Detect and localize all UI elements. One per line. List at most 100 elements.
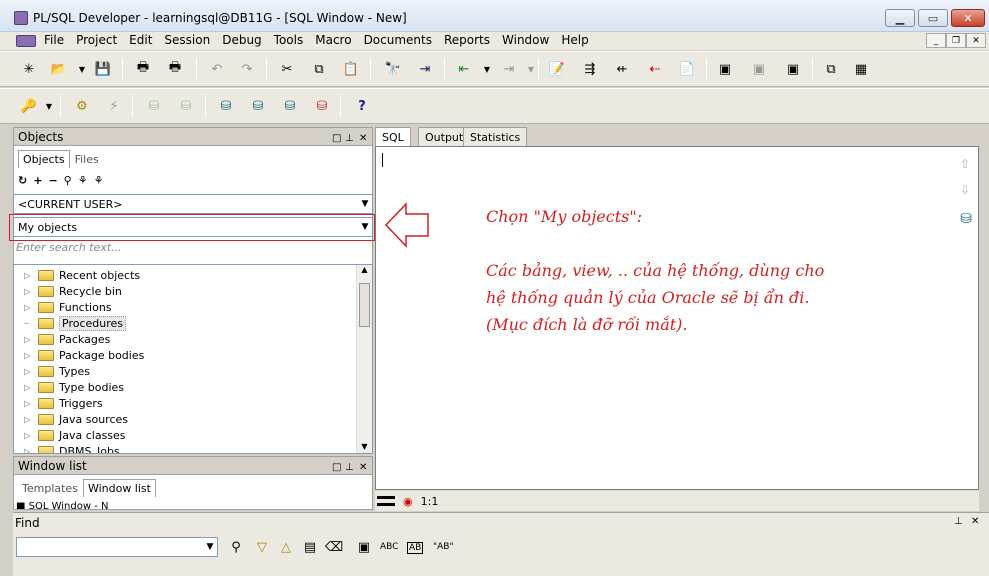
panel-float-icon[interactable]: □ (332, 130, 341, 148)
find-object-icon[interactable]: ⚲ (64, 174, 72, 187)
print-preview-icon[interactable]: 🖶 (166, 60, 184, 78)
search-input[interactable]: Enter search text... (16, 241, 122, 254)
panel-float-icon[interactable]: □ (332, 459, 341, 477)
remove-icon[interactable]: − (48, 174, 57, 187)
db-sql-icon[interactable]: ⛁ (249, 97, 267, 115)
find-icon[interactable]: 🔭 (384, 60, 402, 78)
panel-close-icon[interactable]: ✕ (359, 130, 367, 148)
windows-icon[interactable]: ⧉ (822, 60, 840, 78)
open-icon[interactable]: 📂 (50, 60, 68, 78)
tree-item-functions[interactable]: Functions (59, 301, 112, 314)
add-icon[interactable]: + (33, 174, 42, 187)
print-icon[interactable]: 🖶 (134, 60, 152, 78)
db-icon[interactable]: ⛁ (960, 211, 972, 227)
tree-item-recycle-bin[interactable]: Recycle bin (59, 285, 122, 298)
tree-scrollbar[interactable]: ▲ ▼ (356, 265, 372, 453)
tree-item-recent-objects[interactable]: Recent objects (59, 269, 140, 282)
menu-project[interactable]: Project (70, 32, 123, 50)
mdi-close-button[interactable]: ✕ (966, 33, 986, 48)
find-input[interactable]: ▼ (16, 537, 218, 557)
db-command-icon[interactable]: ⛁ (281, 97, 299, 115)
execute-icon[interactable]: ⇤ (455, 60, 473, 78)
nav-up-icon[interactable]: ⇧ (960, 157, 970, 171)
selection-icon[interactable]: ▣ (355, 538, 373, 556)
mdi-restore-button[interactable]: ❐ (946, 33, 966, 48)
menu-session[interactable]: Session (158, 32, 216, 50)
scroll-down-icon[interactable]: ▼ (357, 442, 372, 451)
db-export-icon[interactable]: ⛁ (177, 97, 195, 115)
window-list-item[interactable]: ■ SQL Window - N (16, 501, 356, 509)
tree-item-procedures[interactable]: Procedures (59, 315, 126, 331)
run-icon[interactable]: ⇥ (500, 60, 518, 78)
highlight-icon[interactable]: ▤ (301, 538, 319, 556)
user-combo[interactable]: <CURRENT USER> ▼ (13, 194, 373, 214)
tab-sql[interactable]: SQL (375, 127, 411, 146)
db-connect-icon[interactable]: ⛁ (217, 97, 235, 115)
panel-pin-icon[interactable]: ⊥ (954, 516, 963, 527)
disconnect-icon[interactable]: ⚡ (105, 97, 123, 115)
redo-icon[interactable]: ↷ (238, 60, 256, 78)
tab-files[interactable]: Files (71, 151, 103, 168)
db-stop-icon[interactable]: ⛁ (313, 97, 331, 115)
regex-toggle[interactable]: "AB" (433, 542, 454, 552)
menu-tools[interactable]: Tools (268, 32, 310, 50)
sql-icon[interactable]: ▣ (784, 60, 802, 78)
menu-edit[interactable]: Edit (123, 32, 158, 50)
tree-item-types[interactable]: Types (59, 365, 90, 378)
cut-icon[interactable]: ✂ (278, 60, 296, 78)
app-menu-icon[interactable] (16, 35, 36, 47)
menu-reports[interactable]: Reports (438, 32, 496, 50)
tree-item-type-bodies[interactable]: Type bodies (59, 381, 124, 394)
scroll-thumb[interactable] (359, 283, 370, 327)
mdi-minimize-button[interactable]: _ (926, 33, 946, 48)
tree-item-java-classes[interactable]: Java classes (59, 429, 126, 442)
paste-icon[interactable]: 📋 (342, 60, 360, 78)
tree-item-triggers[interactable]: Triggers (59, 397, 103, 410)
whole-word-toggle[interactable]: AB (407, 542, 424, 554)
tree-item-package-bodies[interactable]: Package bodies (59, 349, 144, 362)
filter-edit-icon[interactable]: ⚘ (94, 174, 104, 187)
explain-plan-icon[interactable]: ▣ (716, 60, 734, 78)
minimize-button[interactable]: ▁ (885, 9, 915, 27)
rollback-icon[interactable]: ⇠ (646, 60, 664, 78)
help-icon[interactable]: ? (353, 97, 371, 115)
key-icon[interactable]: 🔑 (20, 97, 38, 115)
scroll-up-icon[interactable]: ▲ (357, 265, 372, 274)
filter-icon[interactable]: ⚘ (78, 174, 88, 187)
refresh-icon[interactable]: ↻ (18, 174, 27, 187)
panel-close-icon[interactable]: ✕ (971, 516, 979, 527)
copy-icon[interactable]: ⧉ (310, 60, 328, 78)
commit-icon[interactable]: 📝 (548, 60, 566, 78)
find-prev-icon[interactable]: △ (277, 538, 295, 556)
panel-close-icon[interactable]: ✕ (359, 459, 367, 477)
new-icon[interactable]: ✳ (20, 60, 38, 78)
tab-templates[interactable]: Templates (18, 480, 82, 497)
execute-dropdown-icon[interactable]: ▼ (478, 60, 496, 78)
tab-statistics[interactable]: Statistics (463, 127, 528, 146)
indent-icon[interactable]: ⇶ (581, 60, 599, 78)
save-icon[interactable]: 💾 (94, 60, 112, 78)
nav-down-icon[interactable]: ⇩ (960, 183, 970, 197)
tab-window-list[interactable]: Window list (82, 479, 156, 497)
menu-file[interactable]: File (38, 32, 70, 50)
undo-icon[interactable]: ↶ (208, 60, 226, 78)
menu-macro[interactable]: Macro (309, 32, 357, 50)
tree-item-packages[interactable]: Packages (59, 333, 110, 346)
close-button[interactable]: ✕ (951, 9, 985, 27)
find-binoculars-icon[interactable]: ⚲ (227, 538, 245, 556)
unindent-icon[interactable]: ⇷ (613, 60, 631, 78)
eraser-icon[interactable]: ⌫ (325, 538, 343, 556)
menu-debug[interactable]: Debug (216, 32, 267, 50)
maximize-button[interactable]: ▭ (918, 9, 948, 27)
open-dropdown-icon[interactable]: ▼ (73, 60, 91, 78)
clear-icon[interactable]: 📄 (678, 60, 696, 78)
menu-documents[interactable]: Documents (358, 32, 438, 50)
menu-window[interactable]: Window (496, 32, 555, 50)
query-builder-icon[interactable]: ▣ (750, 60, 768, 78)
sql-editor[interactable]: Chọn "My objects": Các bảng, view, .. củ… (375, 146, 979, 490)
db-import-icon[interactable]: ⛁ (145, 97, 163, 115)
key-dropdown-icon[interactable]: ▼ (40, 97, 58, 115)
tab-objects[interactable]: Objects (18, 150, 70, 168)
tile-icon[interactable]: ▦ (852, 60, 870, 78)
tree-item-dbms-jobs[interactable]: DBMS_Jobs (59, 445, 120, 454)
